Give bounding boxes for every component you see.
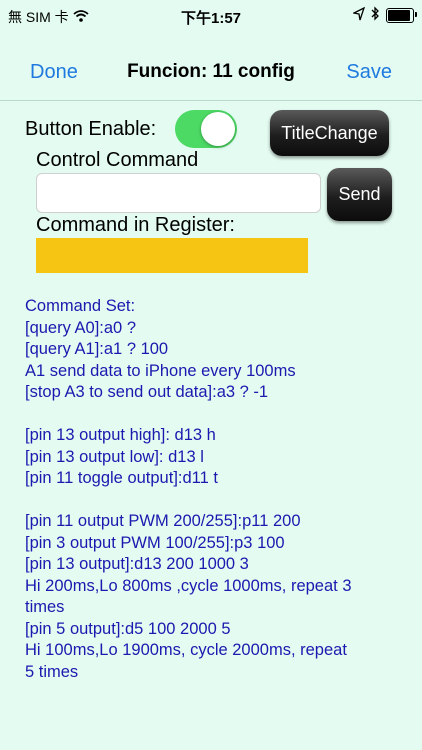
command-line: [stop A3 to send out data]:a3 ? -1 (25, 383, 269, 401)
bluetooth-icon (371, 6, 380, 24)
toggle-knob (201, 112, 235, 146)
command-line: [pin 11 toggle output]:d11 t (25, 469, 218, 487)
title-change-button[interactable]: TitleChange (270, 110, 389, 156)
send-button[interactable]: Send (327, 168, 392, 221)
register-value-field (36, 238, 308, 273)
command-line: 5 times (25, 662, 79, 681)
command-line: [pin 13 output low]: d13 l (25, 447, 204, 466)
command-line: Command Set: (25, 297, 136, 315)
command-line: A1 send data to iPhone every 100ms (25, 361, 296, 380)
command-in-register-label: Command in Register: (36, 214, 235, 236)
navigation-bar: Done Funcion: 11 config Save (0, 30, 422, 101)
location-icon (352, 6, 366, 24)
battery-fill (388, 9, 410, 21)
control-command-input[interactable] (36, 173, 321, 213)
command-line: [pin 11 output PWM 200/255]:p11 200 (25, 512, 301, 530)
command-line (25, 404, 400, 426)
command-line: [pin 13 output]:d13 200 1000 3 (25, 555, 249, 573)
command-line: [query A1]:a1 ? 100 (25, 340, 169, 358)
command-line: times (25, 598, 65, 616)
status-right (352, 6, 417, 24)
command-line: Hi 100ms,Lo 1900ms, cycle 2000ms, repeat (25, 641, 347, 659)
command-line: [query A0]:a0 ? (25, 318, 136, 337)
button-enable-toggle[interactable] (175, 110, 237, 148)
command-line: [pin 3 output PWM 100/255]:p3 100 (25, 533, 285, 552)
battery-icon (386, 7, 417, 23)
command-line (25, 490, 400, 512)
save-button[interactable]: Save (346, 61, 392, 84)
control-command-label: Control Command (36, 149, 199, 171)
status-bar: 無 SIM 卡 下午1:57 (0, 0, 422, 30)
button-enable-label: Button Enable: (25, 118, 157, 140)
command-line: [pin 13 output high]: d13 h (25, 426, 216, 444)
command-set-text: Command Set: [query A0]:a0 ? [query A1]:a1… (25, 296, 400, 710)
command-line: Hi 200ms,Lo 800ms ,cycle 1000ms, repeat … (25, 576, 352, 595)
command-line: [pin 5 output]:d5 100 2000 5 (25, 619, 231, 638)
